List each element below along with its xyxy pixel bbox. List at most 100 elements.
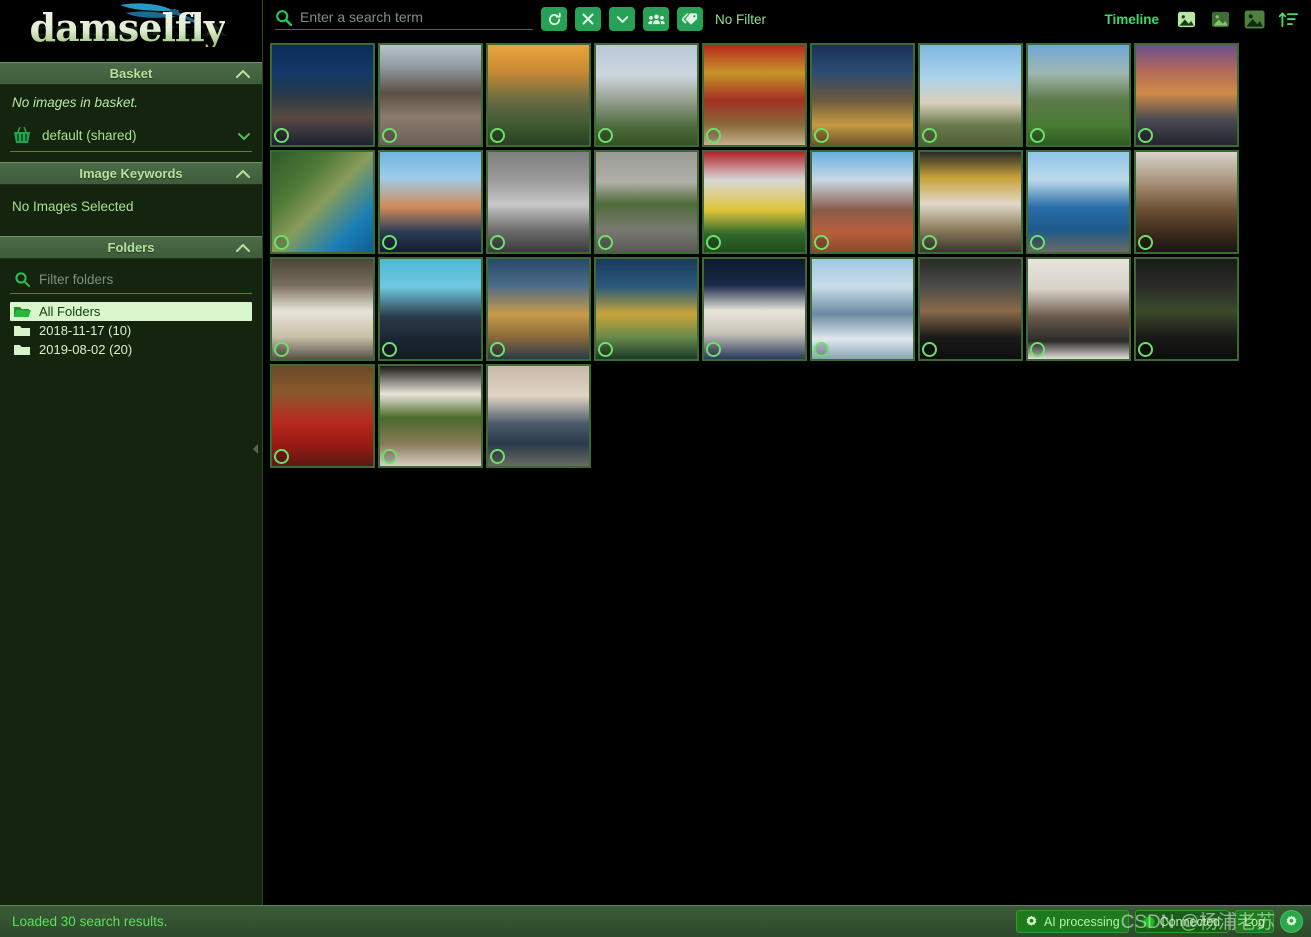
thumbnail-select-circle[interactable] [706,342,721,357]
log-label: Log [1244,914,1265,929]
clear-search-button[interactable] [575,7,601,31]
keywords-empty-text: No Images Selected [12,199,134,214]
folder-icon [14,325,30,336]
thumbnail-item[interactable] [702,150,807,254]
thumb-size-large-button[interactable] [1241,6,1267,32]
thumbnail-item[interactable] [1134,150,1239,254]
thumbnail-select-circle[interactable] [1030,235,1045,250]
folder-filter-input[interactable] [39,271,252,287]
thumbnail-select-circle[interactable] [1030,342,1045,357]
basket-header-label: Basket [109,66,153,81]
thumbnail-item[interactable] [270,257,375,361]
thumbnail-item[interactable] [270,364,375,468]
thumbnail-select-circle[interactable] [274,449,289,464]
thumbnail-item[interactable] [378,150,483,254]
panel-header-basket[interactable]: Basket [0,62,262,85]
tags-filter-button[interactable] [677,7,703,31]
refresh-button[interactable] [541,7,567,31]
thumbnail-item[interactable] [810,43,915,147]
thumbnail-select-circle[interactable] [490,342,505,357]
panel-header-image-keywords[interactable]: Image Keywords [0,162,262,185]
top-toolbar: No Filter Timeline [263,0,1311,38]
thumbnail-item[interactable] [810,150,915,254]
ai-processing-button[interactable]: AI processing [1015,910,1129,933]
thumbnail-item[interactable] [594,43,699,147]
basket-selector[interactable]: default (shared) [10,124,252,152]
thumbnail-item[interactable] [1026,257,1131,361]
thumbnail-item[interactable] [378,364,483,468]
chevron-up-icon[interactable] [234,167,252,181]
thumbnail-item[interactable] [1134,257,1239,361]
thumbnail-select-circle[interactable] [814,235,829,250]
thumbnail-select-circle[interactable] [922,235,937,250]
thumbnail-item[interactable] [1134,43,1239,147]
thumbnail-select-circle[interactable] [598,235,613,250]
thumbnail-select-circle[interactable] [382,235,397,250]
thumbnail-item[interactable] [486,150,591,254]
sort-order-button[interactable] [1275,6,1301,32]
sidebar-collapse-handle[interactable] [251,440,261,458]
thumbnail-item[interactable] [702,257,807,361]
thumbnail-select-circle[interactable] [1138,342,1153,357]
thumbnail-item[interactable] [594,257,699,361]
thumbnail-item[interactable] [918,150,1023,254]
thumbnail-select-circle[interactable] [1030,128,1045,143]
settings-button[interactable] [1280,910,1303,933]
thumbnail-select-circle[interactable] [490,128,505,143]
chevron-left-icon[interactable] [252,443,260,455]
thumbnail-select-circle[interactable] [274,235,289,250]
thumb-size-medium-button[interactable] [1207,6,1233,32]
thumbnail-select-circle[interactable] [598,128,613,143]
thumbnail-item[interactable] [486,257,591,361]
folder-item-2019-08-02[interactable]: 2019-08-02 (20) [10,340,252,359]
thumbnail-select-circle[interactable] [1138,235,1153,250]
chevron-down-icon[interactable] [236,130,252,142]
connection-status-button[interactable]: Connected [1134,910,1230,933]
log-button[interactable]: Log [1235,910,1274,933]
thumbnail-item[interactable] [594,150,699,254]
thumbnail-select-circle[interactable] [706,128,721,143]
app-body: damselfly damselfly Basket No images in … [0,0,1311,905]
thumbnail-item[interactable] [918,43,1023,147]
panel-header-folders[interactable]: Folders [0,236,262,259]
folder-item-2018-11-17[interactable]: 2018-11-17 (10) [10,321,252,340]
thumbnail-select-circle[interactable] [382,449,397,464]
thumbnail-item[interactable] [810,257,915,361]
chevron-up-icon[interactable] [234,67,252,81]
thumbnail-item[interactable] [378,257,483,361]
thumbnail-item[interactable] [1026,150,1131,254]
folder-item-all-folders[interactable]: All Folders [10,302,252,321]
status-message: Loaded 30 search results. [12,914,168,929]
chevron-up-icon[interactable] [234,241,252,255]
thumbnail-select-circle[interactable] [274,128,289,143]
search-box[interactable] [275,9,533,30]
thumbnail-select-circle[interactable] [706,235,721,250]
thumbnail-select-circle[interactable] [382,342,397,357]
thumbnail-select-circle[interactable] [274,342,289,357]
basket-empty-text: No images in basket. [12,95,139,110]
thumbnail-item[interactable] [702,43,807,147]
thumbnail-select-circle[interactable] [814,342,829,357]
expand-search-button[interactable] [609,7,635,31]
thumb-size-small-button[interactable] [1173,6,1199,32]
sidebar: damselfly damselfly Basket No images in … [0,0,263,905]
thumbnail-select-circle[interactable] [814,128,829,143]
thumbnail-select-circle[interactable] [598,342,613,357]
thumbnail-item[interactable] [486,364,591,468]
thumbnail-item[interactable] [378,43,483,147]
thumbnail-select-circle[interactable] [490,449,505,464]
close-icon [582,13,594,25]
thumbnail-select-circle[interactable] [382,128,397,143]
thumbnail-select-circle[interactable] [922,342,937,357]
thumbnail-item[interactable] [1026,43,1131,147]
thumbnail-select-circle[interactable] [1138,128,1153,143]
thumbnail-select-circle[interactable] [922,128,937,143]
thumbnail-item[interactable] [486,43,591,147]
thumbnail-item[interactable] [918,257,1023,361]
thumbnail-item[interactable] [270,150,375,254]
thumbnail-select-circle[interactable] [490,235,505,250]
search-input[interactable] [300,9,533,25]
people-filter-button[interactable] [643,7,669,31]
folder-filter-row[interactable] [10,265,252,294]
thumbnail-item[interactable] [270,43,375,147]
